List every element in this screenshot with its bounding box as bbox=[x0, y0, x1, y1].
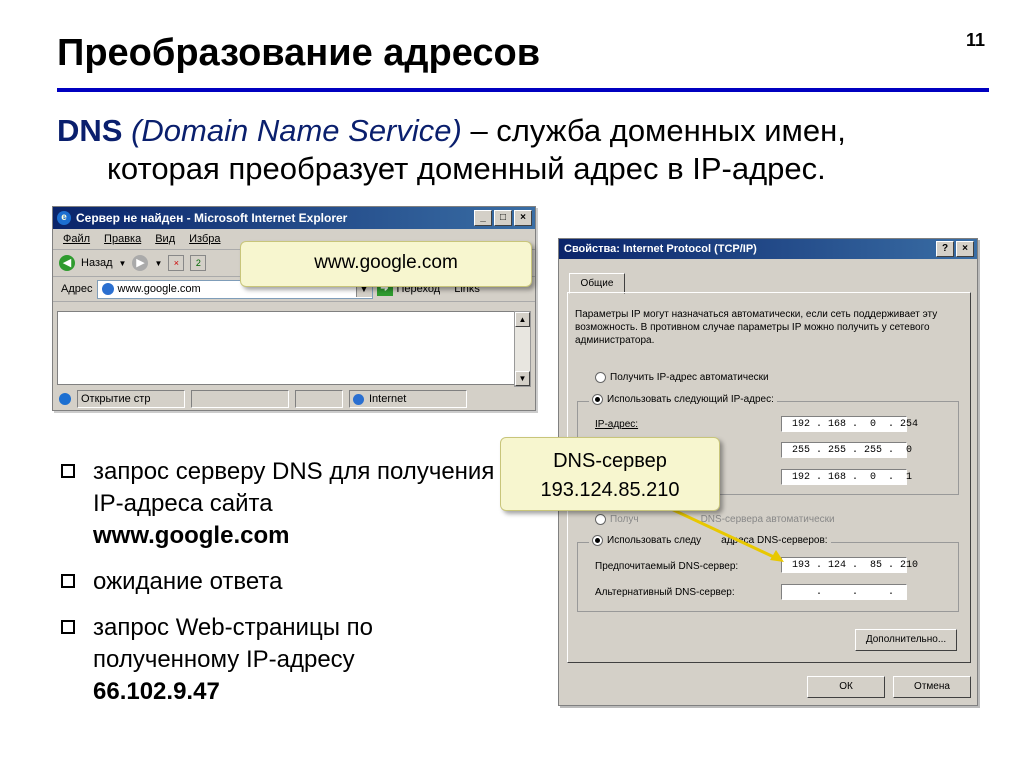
ip-address-field[interactable]: 192 . 168 . 0 . 254 bbox=[781, 416, 918, 432]
zone-text: Internet bbox=[369, 393, 407, 405]
alternate-dns-label: Альтернативный DNS-сервер: bbox=[595, 587, 735, 598]
scroll-down-icon[interactable]: ▼ bbox=[515, 371, 530, 386]
dialog-title-text: Свойства: Internet Protocol (TCP/IP) bbox=[564, 243, 757, 255]
slide-number: 11 bbox=[966, 30, 986, 50]
dns-callout-line1: DNS-сервер bbox=[553, 450, 667, 472]
minimize-button[interactable]: _ bbox=[474, 210, 492, 226]
gateway-field[interactable]: 192 . 168 . 0 . 1 bbox=[781, 469, 912, 485]
url-callout: www.google.com bbox=[240, 241, 532, 287]
dns-def-rest: – служба доменных имен, bbox=[461, 113, 846, 148]
dns-term: DNS bbox=[57, 113, 123, 148]
manual-dns-radio[interactable] bbox=[592, 535, 603, 546]
vertical-scrollbar[interactable]: ▲ ▼ bbox=[514, 311, 531, 387]
checkbox-bullet-icon bbox=[61, 464, 75, 478]
subnet-mask-field[interactable]: 255 . 255 . 255 . 0 bbox=[781, 442, 912, 458]
cancel-button[interactable]: Отмена bbox=[893, 676, 971, 698]
menu-favorites[interactable]: Избра bbox=[189, 233, 220, 245]
status-cell bbox=[295, 390, 343, 408]
bullet-bold: www.google.com bbox=[93, 522, 290, 549]
auto-dns-radio[interactable] bbox=[595, 514, 606, 525]
address-value: www.google.com bbox=[117, 283, 201, 295]
slide-title: Преобразование адресов bbox=[57, 32, 541, 74]
tab-general[interactable]: Общие bbox=[569, 273, 625, 294]
dialog-titlebar: Свойства: Internet Protocol (TCP/IP) ? × bbox=[559, 239, 977, 259]
back-button-label[interactable]: Назад bbox=[81, 257, 113, 269]
advanced-button[interactable]: Дополнительно... bbox=[855, 629, 957, 651]
status-page-icon bbox=[59, 393, 71, 405]
menu-edit[interactable]: Правка bbox=[104, 233, 141, 245]
maximize-button[interactable]: □ bbox=[494, 210, 512, 226]
status-text: Открытие стр bbox=[77, 390, 185, 408]
auto-ip-radio[interactable] bbox=[595, 372, 606, 383]
ie-titlebar: e Сервер не найден - Microsoft Internet … bbox=[53, 207, 535, 229]
manual-ip-label: Использовать следующий IP-адрес: bbox=[607, 394, 774, 406]
auto-ip-option[interactable]: Получить IP-адрес автоматически bbox=[595, 372, 769, 383]
bullet-item: запрос Web-страницы по полученному IP-ад… bbox=[61, 612, 501, 708]
preferred-dns-field[interactable]: 193 . 124 . 85 . 210 bbox=[781, 557, 918, 573]
forward-dropdown-icon[interactable]: ▼ bbox=[154, 259, 162, 268]
scroll-up-icon[interactable]: ▲ bbox=[515, 312, 530, 327]
bullet-item: ожидание ответа bbox=[61, 566, 501, 598]
status-progress bbox=[191, 390, 289, 408]
checkbox-bullet-icon bbox=[61, 574, 75, 588]
dns-callout-line2: 193.124.85.210 bbox=[540, 479, 680, 501]
ie-statusbar: Открытие стр Internet bbox=[53, 388, 535, 410]
title-divider bbox=[57, 88, 989, 92]
back-arrow-icon[interactable]: ◀ bbox=[59, 255, 75, 271]
checkbox-bullet-icon bbox=[61, 620, 75, 634]
bullet-list: запрос серверу DNS для получения IP-адре… bbox=[61, 456, 501, 722]
dns-def-line2: которая преобразует доменный адрес в IP-… bbox=[107, 151, 826, 186]
bullet-text: запрос серверу DNS для получения IP-адре… bbox=[93, 458, 495, 517]
ok-button[interactable]: ОК bbox=[807, 676, 885, 698]
page-icon bbox=[101, 283, 114, 295]
internet-zone-icon bbox=[353, 393, 364, 405]
address-label: Адрес bbox=[61, 283, 93, 295]
menu-file[interactable]: Файл bbox=[63, 233, 90, 245]
bullet-text: запрос Web-страницы по полученному IP-ад… bbox=[93, 614, 373, 673]
menu-view[interactable]: Вид bbox=[155, 233, 175, 245]
close-button[interactable]: × bbox=[514, 210, 532, 226]
alternate-dns-field[interactable]: . . . bbox=[781, 584, 907, 600]
ie-title-text: Сервер не найден - Microsoft Internet Ex… bbox=[76, 211, 348, 225]
ip-address-label: IP-адрес: bbox=[595, 419, 639, 430]
bullet-item: запрос серверу DNS для получения IP-адре… bbox=[61, 456, 501, 552]
dns-fullname: (Domain Name Service) bbox=[131, 113, 462, 148]
bullet-text: ожидание ответа bbox=[93, 568, 283, 595]
auto-ip-label: Получить IP-адрес автоматически bbox=[610, 372, 769, 384]
forward-arrow-icon[interactable]: ▶ bbox=[132, 255, 149, 271]
help-button[interactable]: ? bbox=[936, 241, 954, 257]
manual-ip-option[interactable]: Использовать следующий IP-адрес: bbox=[589, 394, 777, 406]
ie-content-area bbox=[57, 311, 519, 385]
ie-logo-icon: e bbox=[57, 211, 71, 225]
refresh-icon[interactable]: 2 bbox=[190, 255, 207, 271]
status-zone: Internet bbox=[349, 390, 467, 408]
dialog-description: Параметры IP могут назначаться автоматич… bbox=[575, 309, 938, 346]
dialog-close-button[interactable]: × bbox=[956, 241, 974, 257]
dns-server-callout: DNS-сервер 193.124.85.210 bbox=[500, 437, 720, 511]
manual-ip-radio[interactable] bbox=[592, 394, 603, 405]
bullet-bold: 66.102.9.47 bbox=[93, 678, 220, 705]
ie-window: e Сервер не найден - Microsoft Internet … bbox=[52, 206, 536, 411]
back-dropdown-icon[interactable]: ▼ bbox=[119, 259, 127, 268]
dns-definition: DNS (Domain Name Service) – служба домен… bbox=[57, 112, 997, 188]
stop-icon[interactable]: × bbox=[168, 255, 185, 271]
auto-dns-label-a: Получ bbox=[610, 514, 639, 526]
